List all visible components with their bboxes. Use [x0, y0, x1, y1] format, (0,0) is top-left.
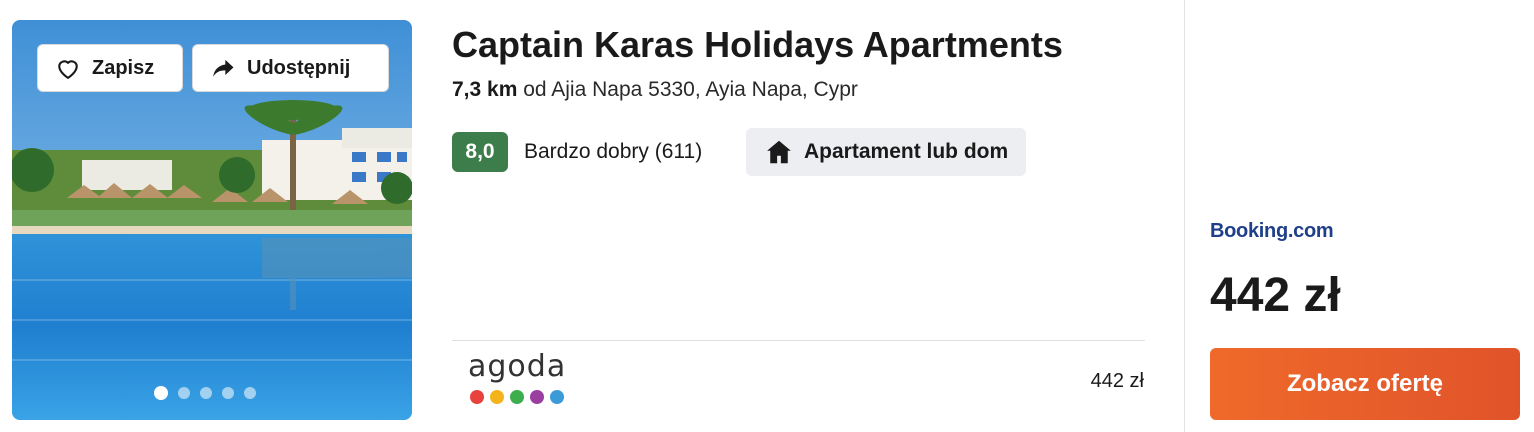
view-offer-button[interactable]: Zobacz ofertę: [1210, 348, 1520, 420]
distance-value: 7,3 km: [452, 78, 518, 101]
share-arrow-icon: [213, 59, 234, 77]
vertical-divider: [1184, 0, 1185, 432]
hotel-result-card[interactable]: Zapisz Udostępnij Captain Karas Holidays…: [0, 0, 1534, 432]
agoda-logo-word: agoda: [468, 349, 567, 384]
share-button-label: Udostępnij: [247, 56, 351, 79]
agoda-dot: [510, 390, 524, 404]
section-divider: [452, 340, 1145, 341]
photo-dot-1[interactable]: [154, 386, 168, 400]
hotel-photo[interactable]: Zapisz Udostępnij: [12, 20, 412, 420]
hotel-location: 7,3 km od Ajia Napa 5330, Ayia Napa, Cyp…: [452, 78, 858, 102]
booking-provider-logo: Booking.com: [1210, 220, 1334, 242]
save-button[interactable]: Zapisz: [37, 44, 183, 92]
agoda-dot: [470, 390, 484, 404]
rating-row: 8,0 Bardzo dobry (611): [452, 132, 702, 172]
photo-dot-3[interactable]: [200, 387, 212, 399]
property-type-label: Apartament lub dom: [804, 140, 1009, 163]
share-button[interactable]: Udostępnij: [192, 44, 389, 92]
agoda-price[interactable]: 442 zł: [1091, 370, 1144, 393]
rating-score-badge: 8,0: [452, 132, 508, 172]
hotel-title[interactable]: Captain Karas Holidays Apartments: [452, 24, 1063, 66]
photo-dot-2[interactable]: [178, 387, 190, 399]
deal-price: 442 zł: [1210, 269, 1341, 322]
view-offer-button-label: Zobacz ofertę: [1286, 370, 1444, 397]
agoda-logo-dots: [470, 390, 568, 404]
agoda-dot: [550, 390, 564, 404]
property-type-badge: Apartament lub dom: [746, 128, 1027, 176]
agoda-logo[interactable]: agoda: [468, 352, 568, 408]
house-icon: [767, 140, 791, 164]
agoda-dot: [490, 390, 504, 404]
photo-dot-5[interactable]: [244, 387, 256, 399]
location-text: od Ajia Napa 5330, Ayia Napa, Cypr: [517, 78, 858, 101]
heart-icon: [58, 60, 78, 79]
photo-pagination[interactable]: [154, 386, 256, 400]
save-button-label: Zapisz: [92, 56, 155, 79]
rating-text: Bardzo dobry (611): [524, 140, 703, 163]
agoda-dot: [530, 390, 544, 404]
photo-dot-4[interactable]: [222, 387, 234, 399]
